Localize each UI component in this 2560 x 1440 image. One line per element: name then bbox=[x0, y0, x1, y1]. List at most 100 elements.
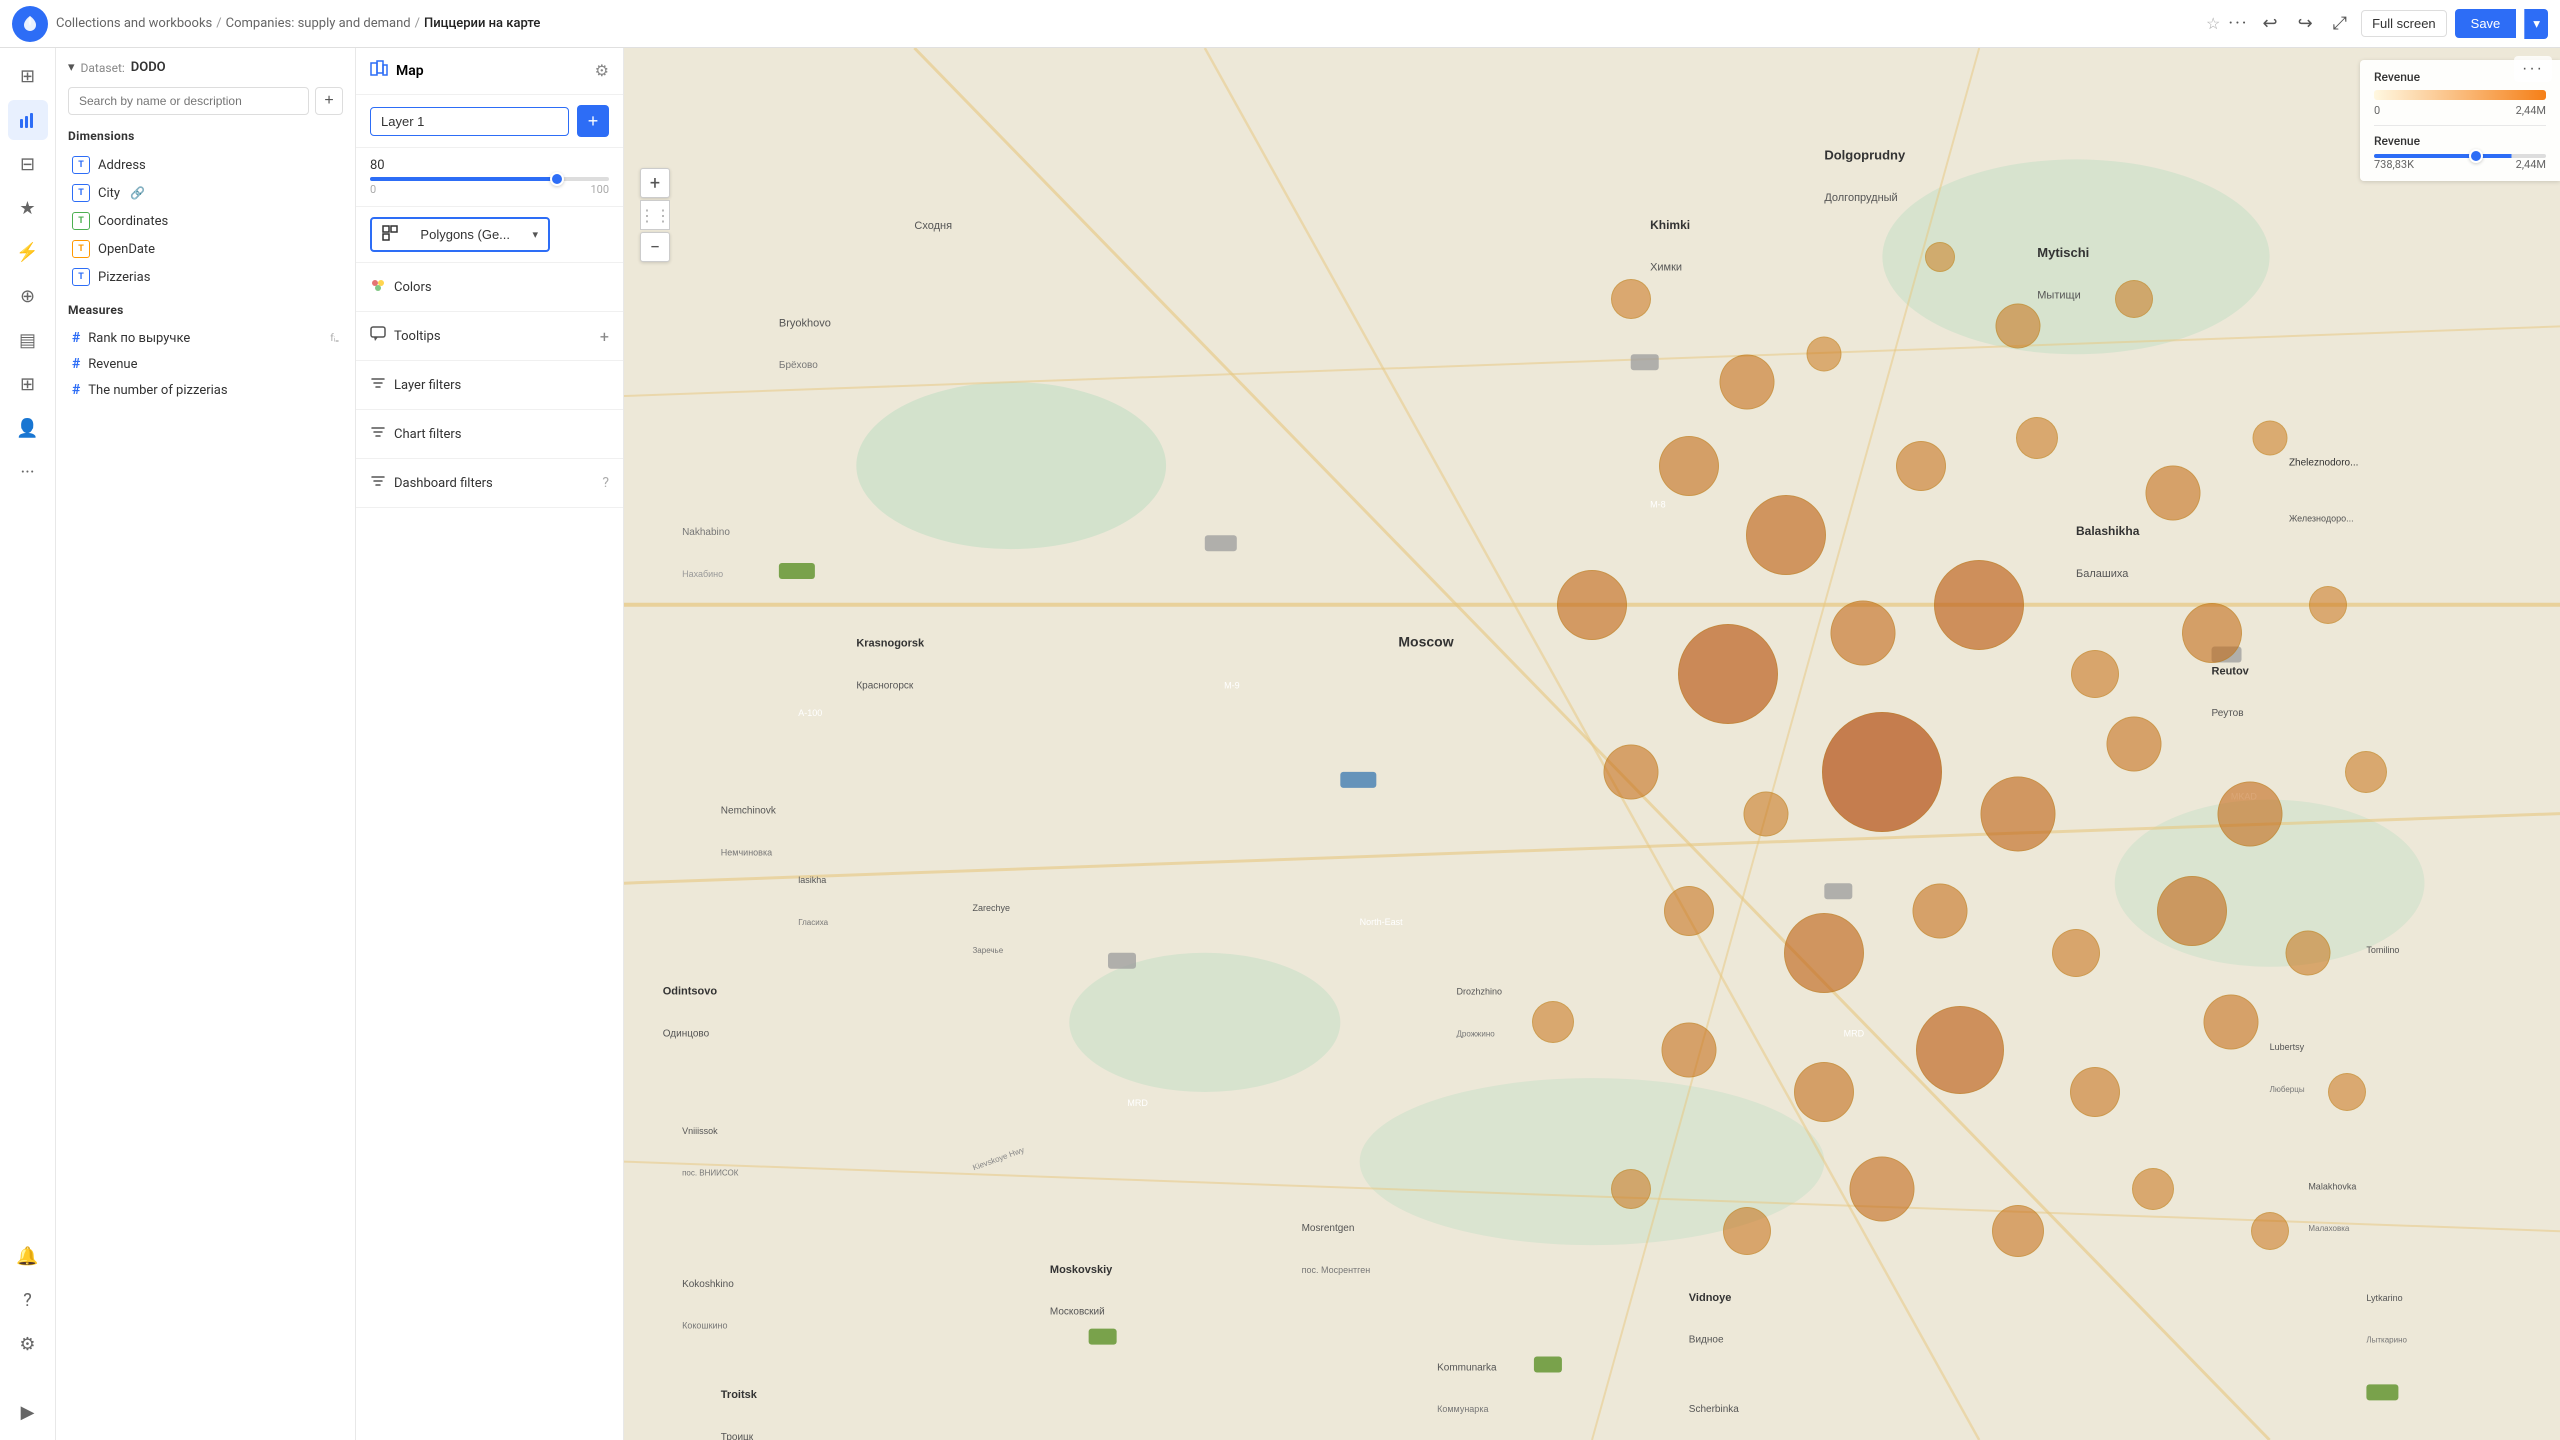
layer-filters-label: Layer filters bbox=[394, 378, 609, 393]
nav-bell-icon[interactable]: 🔔 bbox=[8, 1236, 48, 1276]
dimensions-title: Dimensions bbox=[68, 129, 343, 143]
settings-gear-button[interactable]: ⚙ bbox=[595, 61, 609, 81]
measure-item-count[interactable]: # The number of pizzerias bbox=[68, 377, 343, 403]
nav-person-icon[interactable]: 👤 bbox=[8, 408, 48, 448]
breadcrumb-item1[interactable]: Collections and workbooks bbox=[56, 16, 212, 31]
dim-type-icon: T bbox=[72, 212, 90, 230]
search-input[interactable] bbox=[68, 87, 309, 115]
nav-play-icon[interactable]: ▶ bbox=[8, 1392, 48, 1432]
dim-item-address[interactable]: T Address bbox=[68, 151, 343, 179]
opacity-value: 80 bbox=[370, 158, 609, 173]
topbar: Collections and workbooks / Companies: s… bbox=[0, 0, 2560, 48]
svg-text:Железнодоро...: Железнодоро... bbox=[2289, 513, 2354, 523]
tooltips-label: Tooltips bbox=[394, 329, 592, 344]
expand-button[interactable]: ⤢ bbox=[2327, 9, 2353, 38]
dim-item-opendate[interactable]: T OpenDate bbox=[68, 235, 343, 263]
dashboard-filters-help-icon[interactable]: ? bbox=[602, 475, 609, 491]
svg-text:MKAD: MKAD bbox=[2231, 792, 2258, 802]
svg-text:Moscow: Moscow bbox=[1398, 634, 1453, 650]
save-button[interactable]: Save bbox=[2455, 9, 2517, 38]
svg-text:Krasnogorsk: Krasnogorsk bbox=[856, 638, 925, 650]
tooltips-add-icon[interactable]: + bbox=[600, 327, 609, 346]
fullscreen-button[interactable]: Full screen bbox=[2361, 10, 2447, 37]
svg-text:Mosrentgen: Mosrentgen bbox=[1302, 1223, 1355, 1234]
opacity-slider[interactable] bbox=[370, 177, 609, 181]
tooltips-section[interactable]: Tooltips + bbox=[356, 312, 623, 361]
svg-text:Nemchinovk: Nemchinovk bbox=[721, 806, 777, 817]
opacity-slider-row: 80 0 100 bbox=[356, 148, 623, 207]
nav-help-icon[interactable]: ? bbox=[8, 1280, 48, 1320]
zoom-in-button[interactable]: + bbox=[640, 168, 670, 198]
chart-filters-section[interactable]: Chart filters bbox=[356, 410, 623, 459]
map-more-button[interactable]: ··· bbox=[2514, 56, 2552, 82]
measure-item-revenue[interactable]: # Revenue bbox=[68, 351, 343, 377]
nav-table-icon[interactable]: ⊟ bbox=[8, 144, 48, 184]
tooltips-icon bbox=[370, 326, 386, 346]
undo-button[interactable]: ↩ bbox=[2256, 9, 2283, 38]
dashboard-filters-section[interactable]: Dashboard filters ? bbox=[356, 459, 623, 508]
dim-item-coordinates[interactable]: T Coordinates bbox=[68, 207, 343, 235]
measure-hash-icon: # bbox=[72, 382, 80, 398]
svg-text:MRD: MRD bbox=[1844, 1028, 1865, 1038]
svg-text:Брёхово: Брёхово bbox=[779, 360, 818, 371]
add-layer-button[interactable]: + bbox=[577, 105, 609, 137]
svg-text:Moskovskiy: Moskovskiy bbox=[1050, 1264, 1113, 1276]
svg-text:Немчиновка: Немчиновка bbox=[721, 847, 772, 857]
layer-filters-section[interactable]: Layer filters bbox=[356, 361, 623, 410]
redo-button[interactable]: ↪ bbox=[2292, 9, 2319, 38]
svg-text:Mytischi: Mytischi bbox=[2037, 245, 2089, 260]
map-icon bbox=[370, 60, 388, 82]
svg-text:Khimki: Khimki bbox=[1650, 218, 1690, 232]
svg-text:Мытищи: Мытищи bbox=[2037, 290, 2080, 302]
svg-text:пос. ВНИИСОК: пос. ВНИИСОК bbox=[682, 1169, 739, 1178]
zoom-out-button[interactable]: − bbox=[640, 232, 670, 262]
breadcrumb-sep2: / bbox=[415, 16, 420, 31]
polygon-label: Polygons (Ge... bbox=[406, 227, 524, 242]
save-dropdown-button[interactable]: ▾ bbox=[2524, 9, 2548, 39]
svg-text:Лыткарино: Лыткарино bbox=[2366, 1336, 2407, 1345]
more-options-icon[interactable]: ··· bbox=[2228, 13, 2248, 34]
dim-label: OpenDate bbox=[98, 242, 155, 257]
svg-text:North-East: North-East bbox=[1360, 917, 1404, 927]
measure-item-rank[interactable]: # Rank по выручке fᵢ₌ bbox=[68, 325, 343, 351]
polygon-type-button[interactable]: Polygons (Ge... ▾ bbox=[370, 217, 550, 252]
layer-filters-icon bbox=[370, 375, 386, 395]
svg-text:MRD: MRD bbox=[1127, 1098, 1148, 1108]
dim-label: Coordinates bbox=[98, 214, 168, 229]
nav-grid-icon[interactable]: ⊞ bbox=[8, 56, 48, 96]
measure-hash-icon: # bbox=[72, 330, 80, 346]
svg-text:Московский: Московский bbox=[1050, 1307, 1105, 1318]
svg-text:Vniiissok: Vniiissok bbox=[682, 1126, 718, 1136]
nav-chart-icon[interactable] bbox=[8, 100, 48, 140]
nav-bar-icon[interactable]: ▤ bbox=[8, 320, 48, 360]
nav-grid2-icon[interactable]: ⊞ bbox=[8, 364, 48, 404]
dim-item-city[interactable]: T City 🔗 bbox=[68, 179, 343, 207]
svg-text:M-8: M-8 bbox=[1650, 499, 1666, 509]
breadcrumb: Collections and workbooks / Companies: s… bbox=[56, 16, 2198, 31]
svg-text:Гласиха: Гласиха bbox=[798, 918, 828, 927]
layer-select[interactable]: Layer 1 bbox=[370, 107, 569, 136]
colors-icon bbox=[370, 277, 386, 297]
breadcrumb-item2[interactable]: Companies: supply and demand bbox=[226, 16, 411, 31]
add-field-button[interactable]: + bbox=[315, 87, 343, 115]
layer-row: Layer 1 + bbox=[356, 95, 623, 148]
nav-star-icon[interactable]: ★ bbox=[8, 188, 48, 228]
dim-item-pizzerias[interactable]: T Pizzerias bbox=[68, 263, 343, 291]
dataset-chevron-icon[interactable]: ▾ bbox=[68, 60, 75, 75]
nav-link-icon[interactable]: ⊕ bbox=[8, 276, 48, 316]
measures-title: Measures bbox=[68, 303, 343, 317]
nav-dots-icon[interactable]: ··· bbox=[8, 452, 48, 492]
svg-text:Balashikha: Balashikha bbox=[2076, 524, 2140, 538]
breadcrumb-sep1: / bbox=[216, 16, 221, 31]
svg-text:Tomilino: Tomilino bbox=[2366, 945, 2399, 955]
svg-text:Малаховка: Малаховка bbox=[2308, 1224, 2350, 1233]
topbar-actions: ↩ ↪ ⤢ Full screen Save ▾ bbox=[2256, 9, 2548, 39]
app-logo[interactable] bbox=[12, 6, 48, 42]
favorite-icon[interactable]: ☆ bbox=[2206, 14, 2220, 33]
fn-icon: fᵢ₌ bbox=[330, 333, 339, 344]
link-icon: 🔗 bbox=[130, 186, 145, 200]
colors-section[interactable]: Colors bbox=[356, 263, 623, 312]
legend-divider bbox=[2374, 125, 2546, 126]
nav-flash-icon[interactable]: ⚡ bbox=[8, 232, 48, 272]
nav-settings-icon[interactable]: ⚙ bbox=[8, 1324, 48, 1364]
